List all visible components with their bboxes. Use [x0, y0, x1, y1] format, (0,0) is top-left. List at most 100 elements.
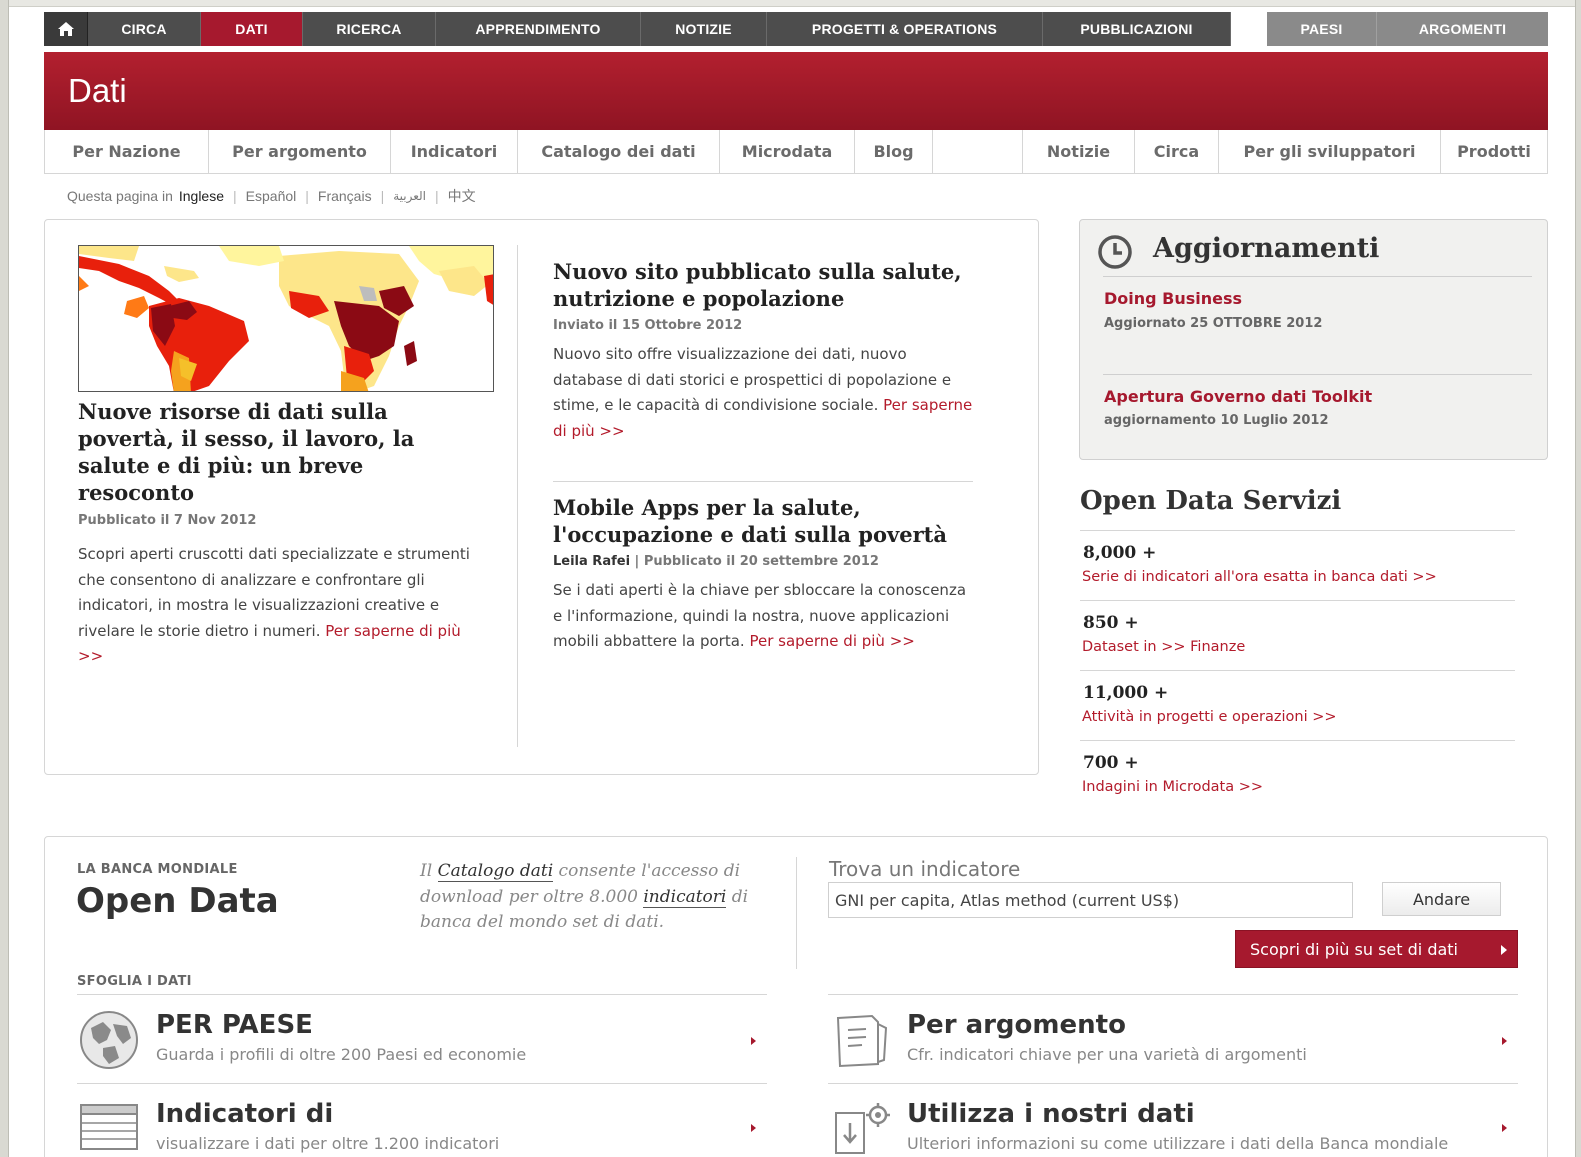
nav-paesi[interactable]: PAESI — [1267, 12, 1377, 46]
section-banner: Dati — [44, 52, 1548, 130]
subnav-indicatori[interactable]: Indicatori — [391, 130, 518, 173]
sub-navigation: Per Nazione Per argomento Indicatori Cat… — [44, 130, 1548, 174]
nav-notizie[interactable]: NOTIZIE — [641, 12, 767, 46]
go-button[interactable]: Andare — [1382, 882, 1501, 916]
table-icon — [80, 1104, 138, 1150]
subnav-blog[interactable]: Blog — [855, 130, 933, 173]
catalog-description: Il Catalogo dati consente l'accesso di d… — [420, 859, 765, 936]
language-link-es[interactable]: Español — [246, 188, 297, 204]
indicators-link[interactable]: indicatori — [643, 886, 727, 908]
nav-pubblicazioni[interactable]: PUBBLICAZIONI — [1043, 12, 1231, 46]
nav-ricerca[interactable]: RICERCA — [303, 12, 436, 46]
browse-divider — [828, 1083, 1518, 1084]
subnav-prodotti[interactable]: Prodotti — [1441, 130, 1547, 173]
download-gear-icon — [835, 1103, 890, 1154]
language-link-zh[interactable]: 中文 — [448, 186, 476, 206]
nav-apprendimento[interactable]: APPRENDIMENTO — [436, 12, 641, 46]
update-2-date: aggiornamento 10 Luglio 2012 — [1104, 413, 1329, 428]
subnav-sviluppatori[interactable]: Per gli sviluppatori — [1219, 130, 1441, 173]
language-separator: | — [380, 188, 385, 204]
subnav-per-argomento[interactable]: Per argomento — [209, 130, 391, 173]
featured-content-panel: Nuove risorse di dati sulla povertà, il … — [44, 219, 1039, 775]
column-divider — [517, 245, 518, 747]
service-1-link[interactable]: Serie di indicatori all'ora esatta in ba… — [1082, 569, 1437, 585]
feature-date: Pubblicato il 7 Nov 2012 — [78, 513, 257, 528]
tile-indicatori-subtitle: visualizzare i dati per oltre 1.200 indi… — [156, 1134, 500, 1153]
discover-datasets-button[interactable]: Scopri di più su set di dati — [1235, 930, 1518, 968]
catalog-link[interactable]: Catalogo dati — [437, 861, 554, 882]
service-3-count: 11,000 + — [1083, 683, 1169, 703]
subnav-microdata[interactable]: Microdata — [720, 130, 855, 173]
tile-utilizza-arrow-icon[interactable] — [1502, 1124, 1507, 1132]
subnav-circa[interactable]: Circa — [1135, 130, 1219, 173]
language-current: Inglese — [178, 188, 225, 204]
article-1-body: Nuovo sito offre visualizzazione dei dat… — [553, 342, 973, 444]
language-link-fr[interactable]: Français — [318, 188, 372, 204]
top-navigation: CIRCA DATI RICERCA APPRENDIMENTO NOTIZIE… — [44, 12, 1548, 46]
article-1: Nuovo sito pubblicato sulla salute, nutr… — [553, 258, 973, 444]
tile-per-paese-title[interactable]: PER PAESE — [156, 1010, 313, 1040]
article-1-title[interactable]: Nuovo sito pubblicato sulla salute, nutr… — [553, 258, 973, 312]
subnav-notizie[interactable]: Notizie — [1023, 130, 1135, 173]
article-divider — [553, 481, 973, 482]
home-icon — [57, 22, 74, 36]
browse-label: SFOGLIA I DATI — [77, 974, 192, 989]
service-1-count: 8,000 + — [1083, 543, 1157, 563]
updates-divider — [1103, 276, 1532, 277]
language-link-ar[interactable]: العربية — [393, 189, 426, 203]
updates-title: Aggiornamenti — [1153, 233, 1380, 264]
service-4-link[interactable]: Indagini in Microdata >> — [1082, 779, 1263, 795]
browse-divider — [77, 994, 767, 995]
find-indicator-label: Trova un indicatore — [829, 857, 1021, 881]
subnav-per-nazione[interactable]: Per Nazione — [45, 130, 209, 173]
tile-per-argomento-title[interactable]: Per argomento — [907, 1010, 1126, 1040]
browse-divider — [828, 994, 1518, 995]
article-2-read-more-link[interactable]: Per saperne di più >> — [749, 632, 914, 650]
language-bar: Questa pagina in Inglese | Español | Fra… — [67, 186, 476, 206]
world-map-icon — [79, 246, 493, 391]
tile-per-paese-subtitle: Guarda i profili di oltre 200 Paesi ed e… — [156, 1045, 527, 1064]
article-2-date: | Pubblicato il 20 settembre 2012 — [630, 554, 879, 569]
language-separator: | — [233, 188, 237, 204]
nav-dati[interactable]: DATI — [201, 12, 303, 46]
feature-title[interactable]: Nuove risorse di dati sulla povertà, il … — [78, 398, 458, 506]
article-2-author[interactable]: Leila Rafei — [553, 554, 630, 569]
nav-progetti[interactable]: PROGETTI & OPERATIONS — [767, 12, 1043, 46]
open-data-panel: LA BANCA MONDIALE Open Data Il Catalogo … — [44, 836, 1548, 1157]
update-1-date: Aggiornato 25 OTTOBRE 2012 — [1104, 316, 1323, 331]
subnav-catalogo[interactable]: Catalogo dei dati — [518, 130, 720, 173]
arrow-right-icon — [1501, 945, 1507, 955]
home-button[interactable] — [44, 12, 88, 46]
tile-utilizza-title[interactable]: Utilizza i nostri dati — [907, 1099, 1195, 1129]
article-2-title[interactable]: Mobile Apps per la salute, l'occupazione… — [553, 494, 973, 548]
subnav-spacer — [933, 130, 1023, 173]
document-icon — [836, 1014, 888, 1068]
org-label: LA BANCA MONDIALE — [77, 862, 238, 877]
update-2-title[interactable]: Apertura Governo dati Toolkit — [1104, 387, 1372, 406]
tile-indicatori-arrow-icon[interactable] — [751, 1124, 756, 1132]
article-2-meta: Leila Rafei | Pubblicato il 20 settembre… — [553, 554, 973, 569]
update-1-title[interactable]: Doing Business — [1104, 289, 1242, 308]
open-data-logo-text: Open Data — [76, 881, 279, 921]
language-separator: | — [305, 188, 309, 204]
nav-argomenti[interactable]: ARGOMENTI — [1377, 12, 1548, 46]
tile-per-argomento-arrow-icon[interactable] — [1502, 1037, 1507, 1045]
tile-utilizza-subtitle: Ulteriori informazioni su come utilizzar… — [907, 1134, 1449, 1153]
window-left-edge — [0, 0, 9, 1157]
indicator-search-input[interactable] — [828, 882, 1353, 918]
feature-map-image[interactable] — [78, 245, 494, 392]
services-divider — [1080, 600, 1515, 601]
feature-body: Scopri aperti cruscotti dati specializza… — [78, 542, 478, 670]
services-divider — [1080, 670, 1515, 671]
tile-indicatori-title[interactable]: Indicatori di — [156, 1099, 333, 1129]
nav-circa[interactable]: CIRCA — [88, 12, 201, 46]
service-2-link[interactable]: Dataset in >> Finanze — [1082, 639, 1245, 655]
page-title: Dati — [68, 72, 127, 109]
updates-box: Aggiornamenti Doing Business Aggiornato … — [1079, 219, 1548, 460]
tile-per-paese-arrow-icon[interactable] — [751, 1037, 756, 1045]
tile-per-argomento-subtitle: Cfr. indicatori chiave per una varietà d… — [907, 1045, 1307, 1064]
bottom-divider — [796, 857, 797, 969]
services-divider — [1080, 740, 1515, 741]
service-3-link[interactable]: Attività in progetti e operazioni >> — [1082, 709, 1337, 725]
article-1-date: Inviato il 15 Ottobre 2012 — [553, 318, 743, 333]
